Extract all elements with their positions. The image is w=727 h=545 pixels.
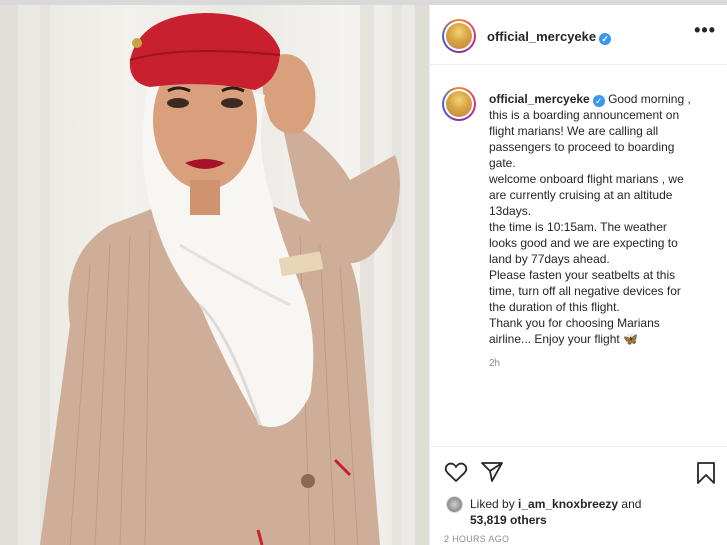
liker-username[interactable]: i_am_knoxbreezy xyxy=(518,497,618,511)
caption-line: time, turn off all negative devices for xyxy=(489,284,681,298)
bookmark-icon[interactable] xyxy=(696,461,716,485)
caption-line: Please fasten your seatbelts at this xyxy=(489,268,676,282)
caption-line: flight marians! We are calling all xyxy=(489,124,659,138)
caption-author-avatar[interactable] xyxy=(442,87,476,121)
author-username[interactable]: official_mercyeke ✓ xyxy=(487,29,612,45)
caption-line: gate. xyxy=(489,156,516,170)
caption-line: 13days. xyxy=(489,204,532,218)
caption-line: passengers to proceed to boarding xyxy=(489,140,675,154)
caption-line: Thank you for choosing Marians xyxy=(489,316,660,330)
caption-line: looks good and we are expecting to xyxy=(489,236,678,250)
more-options-icon[interactable]: ••• xyxy=(694,21,716,39)
post-date[interactable]: 2 HOURS AGO xyxy=(444,534,509,544)
likes-count[interactable]: 53,819 others xyxy=(470,513,547,527)
caption-line: the duration of this flight. xyxy=(489,300,620,314)
caption-line: are currently cruising at an altitude xyxy=(489,188,673,202)
verified-badge-icon: ✓ xyxy=(592,95,605,107)
caption-line: land by 77days ahead. xyxy=(489,252,610,266)
liker-avatar[interactable] xyxy=(446,496,463,513)
author-avatar[interactable] xyxy=(442,19,476,53)
send-icon[interactable] xyxy=(480,461,504,483)
caption-line: welcome onboard flight marians , we xyxy=(489,172,684,186)
caption-line: the time is 10:15am. The weather xyxy=(489,220,667,234)
liked-by-and: and xyxy=(618,497,642,511)
liked-by-prefix: Liked by xyxy=(470,497,519,511)
caption-line: Good morning , xyxy=(608,92,691,106)
post-actions: Liked by i_am_knoxbreezy and 53,819 othe… xyxy=(430,447,727,545)
verified-badge-icon: ✓ xyxy=(599,33,612,45)
caption-line: this is a boarding announcement on xyxy=(489,108,680,122)
post-panel: official_mercyeke ✓ ••• official_mercyeke… xyxy=(429,5,727,545)
caption-username[interactable]: official_mercyeke xyxy=(489,92,590,106)
caption-text: official_mercyeke ✓ Good morning , this i… xyxy=(489,91,719,347)
post-photo[interactable] xyxy=(0,5,429,545)
caption-timestamp[interactable]: 2h xyxy=(489,358,500,369)
caption-line: airline... Enjoy your flight 🦋 xyxy=(489,332,639,346)
heart-icon[interactable] xyxy=(444,461,468,483)
caption-section: official_mercyeke ✓ Good morning , this i… xyxy=(430,65,727,447)
post-photo-illustration xyxy=(0,5,429,545)
post-header: official_mercyeke ✓ ••• xyxy=(430,5,727,65)
likes-summary: Liked by i_am_knoxbreezy and 53,819 othe… xyxy=(470,496,710,528)
